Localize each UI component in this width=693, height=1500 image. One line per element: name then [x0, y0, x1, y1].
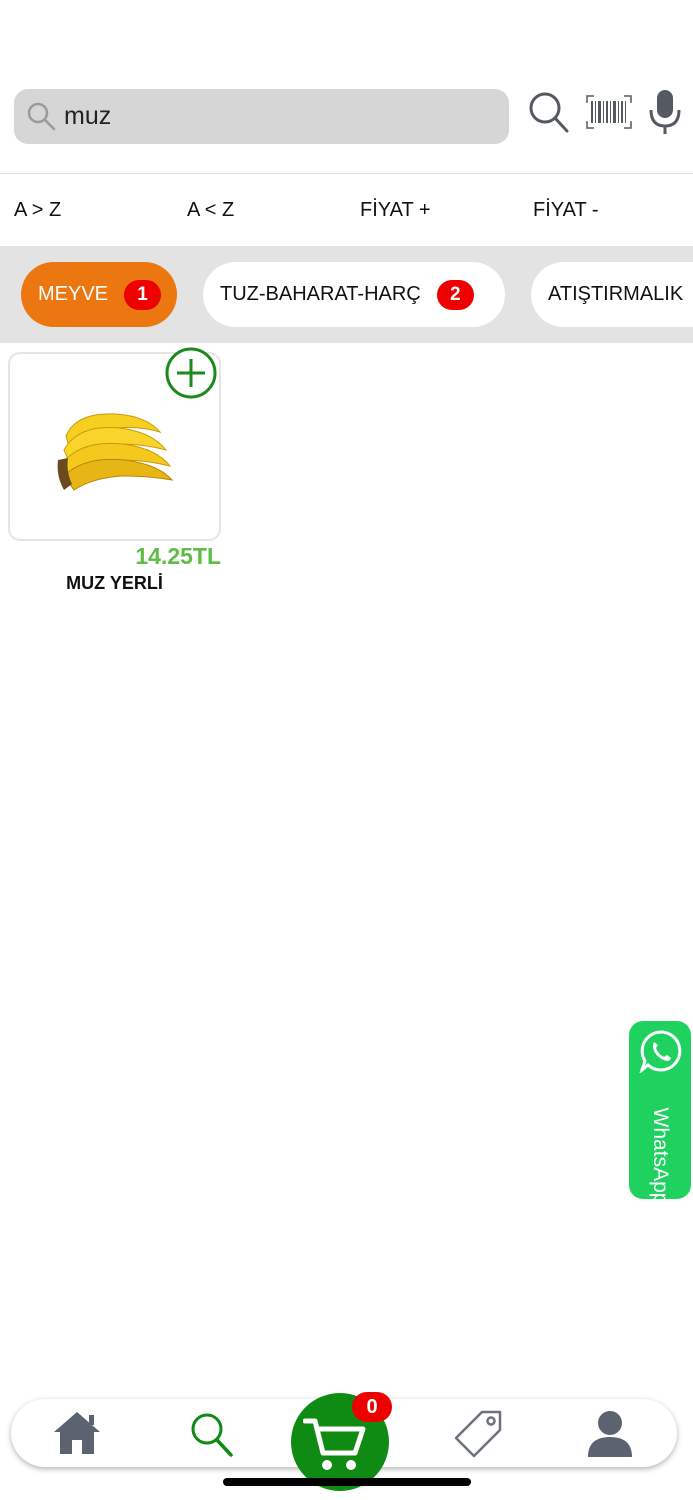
tag-icon[interactable] [452, 1409, 504, 1459]
magnifier-icon [27, 102, 56, 131]
category-chip-atistirmalik[interactable]: ATIŞTIRMALIK [531, 262, 693, 327]
sort-a-z-button[interactable]: A > Z [14, 174, 61, 246]
category-count-badge: 1 [124, 279, 162, 310]
search-bar[interactable] [14, 89, 509, 144]
whatsapp-button[interactable]: WhatsApp [629, 1021, 691, 1204]
category-strip: MEYVE 1 TUZ-BAHARAT-HARÇ 2 ATIŞTIRMALIK [0, 246, 693, 343]
product-image [57, 413, 174, 491]
whatsapp-icon [639, 1030, 682, 1073]
category-chip-tuz-baharat-harc[interactable]: TUZ-BAHARAT-HARÇ 2 [203, 262, 505, 327]
category-label: TUZ-BAHARAT-HARÇ [220, 283, 421, 305]
category-label: MEYVE [38, 283, 109, 305]
home-indicator [223, 1478, 471, 1486]
product-price: 14.25TL [135, 543, 221, 569]
sort-bar: A > Z A < Z FİYAT + FİYAT - [0, 174, 693, 246]
search-icon[interactable] [189, 1411, 233, 1457]
microphone-icon[interactable] [648, 88, 682, 136]
category-label: ATIŞTIRMALIK [548, 283, 684, 305]
category-chip-meyve[interactable]: MEYVE 1 [21, 262, 177, 327]
sort-z-a-button[interactable]: A < Z [187, 174, 234, 246]
add-to-cart-button[interactable] [165, 347, 217, 399]
sort-price-desc-button[interactable]: FİYAT - [533, 174, 599, 246]
cart-count-badge: 0 [352, 1392, 392, 1422]
category-count-badge: 2 [436, 279, 474, 310]
search-input[interactable] [64, 89, 494, 144]
sort-price-asc-button[interactable]: FİYAT + [360, 174, 431, 246]
cart-icon [303, 1418, 366, 1470]
product-name: MUZ YERLİ [66, 573, 163, 593]
whatsapp-label: WhatsApp [649, 1107, 672, 1205]
user-icon[interactable] [586, 1409, 634, 1459]
search-icon[interactable] [527, 88, 569, 134]
home-icon[interactable] [52, 1410, 102, 1456]
barcode-icon[interactable] [586, 95, 632, 129]
